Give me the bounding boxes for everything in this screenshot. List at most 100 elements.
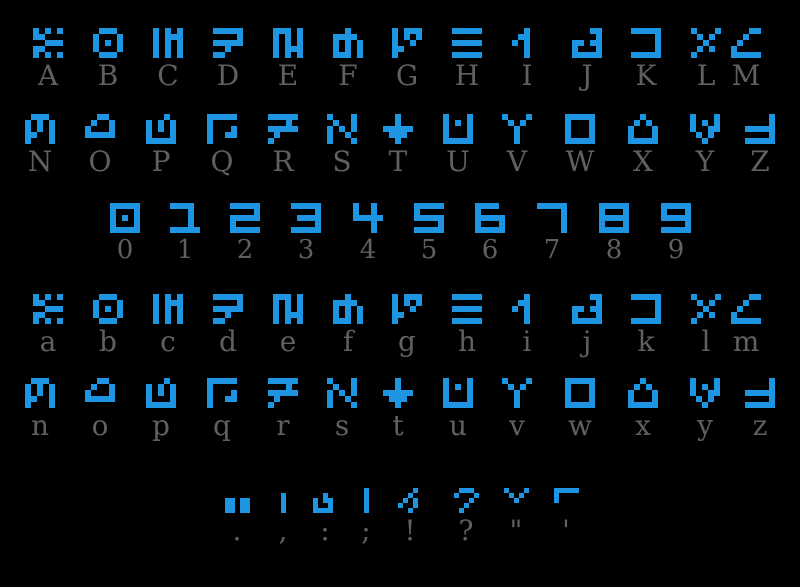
glyph-label: z xyxy=(752,409,768,442)
glyph-label: 7 xyxy=(543,235,561,265)
glyph-label: 8 xyxy=(605,235,623,265)
glyph-bitmap-icon xyxy=(397,488,418,513)
glyph-label: R xyxy=(272,145,294,178)
glyph-cell: 8 xyxy=(584,203,644,263)
glyph-label: E xyxy=(277,59,299,92)
glyph-cell: f xyxy=(318,294,378,356)
glyph-cell: 0 xyxy=(95,203,155,263)
glyph-cell: p xyxy=(131,378,191,440)
glyph-label: X xyxy=(633,145,653,178)
glyph-bitmap-icon xyxy=(207,378,237,408)
glyph-bitmap-icon xyxy=(502,378,532,408)
glyph-label: i xyxy=(522,325,532,358)
glyph-bitmap-icon xyxy=(363,488,369,513)
glyph-cell: y xyxy=(675,378,735,440)
glyph-bitmap-icon xyxy=(224,498,250,513)
glyph-label: l xyxy=(701,325,711,358)
glyph-bitmap-icon xyxy=(327,114,357,144)
glyph-label: q xyxy=(213,409,231,442)
glyph-cell: P xyxy=(131,114,191,176)
glyph-label: n xyxy=(30,409,50,442)
glyph-bitmap-icon xyxy=(443,378,473,408)
glyph-cell: W xyxy=(550,114,610,176)
glyph-label: W xyxy=(565,145,595,178)
glyph-label: v xyxy=(509,409,525,442)
glyph-cell: 5 xyxy=(399,203,459,263)
glyph-label: M xyxy=(731,59,761,92)
glyph-label: 3 xyxy=(297,235,315,265)
glyph-bitmap-icon xyxy=(512,28,530,58)
glyph-cell: T xyxy=(368,114,428,176)
glyph-cell: 3 xyxy=(276,203,336,263)
glyph-bitmap-icon xyxy=(553,488,579,503)
glyph-bitmap-icon xyxy=(327,378,357,408)
glyph-bitmap-icon xyxy=(452,294,482,324)
glyph-label: N xyxy=(27,145,53,178)
glyph-bitmap-icon xyxy=(631,28,661,58)
glyph-label: j xyxy=(582,325,592,358)
glyph-bitmap-icon xyxy=(85,378,115,402)
glyph-bitmap-icon xyxy=(537,203,567,233)
glyph-cell: u xyxy=(428,378,488,440)
glyph-label: O xyxy=(88,145,112,178)
glyph-cell: s xyxy=(312,378,372,440)
glyph-cell: A xyxy=(18,28,78,90)
glyph-label: 0 xyxy=(116,235,134,265)
glyph-label: J xyxy=(581,59,593,92)
glyph-label: ' xyxy=(562,514,570,547)
glyph-cell: ! xyxy=(380,488,440,545)
glyph-bitmap-icon xyxy=(213,294,243,324)
glyph-label: u xyxy=(448,409,468,442)
glyph-cell: U xyxy=(428,114,488,176)
glyph-cell: 2 xyxy=(215,203,275,263)
glyph-bitmap-icon xyxy=(572,28,602,58)
glyph-bitmap-icon xyxy=(333,28,363,58)
glyph-bitmap-icon xyxy=(213,28,243,58)
glyph-bitmap-icon xyxy=(392,28,422,58)
glyph-label: 1 xyxy=(176,235,194,265)
glyph-bitmap-icon xyxy=(333,294,363,324)
glyph-label: , xyxy=(278,514,288,547)
glyph-cell: j xyxy=(557,294,617,356)
glyph-cell: m xyxy=(716,294,776,356)
glyph-cell: 9 xyxy=(646,203,706,263)
glyph-label: ; xyxy=(361,514,371,547)
glyph-label: Q xyxy=(210,145,234,178)
glyph-label: G xyxy=(395,59,419,92)
glyph-bitmap-icon xyxy=(93,28,123,58)
glyph-label: ? xyxy=(458,514,474,547)
glyph-label: T xyxy=(388,145,408,178)
glyph-cell: C xyxy=(138,28,198,90)
glyph-label: 4 xyxy=(359,235,377,265)
glyph-label: A xyxy=(37,59,59,92)
glyph-bitmap-icon xyxy=(146,114,176,144)
glyph-label: s xyxy=(334,409,350,442)
glyph-bitmap-icon xyxy=(93,294,123,324)
glyph-bitmap-icon xyxy=(453,488,479,513)
glyph-cell: X xyxy=(613,114,673,176)
glyph-cell: Y xyxy=(675,114,735,176)
glyph-label: g xyxy=(398,325,416,358)
glyph-cell: r xyxy=(253,378,313,440)
glyph-bitmap-icon xyxy=(273,28,303,58)
glyph-bitmap-icon xyxy=(153,294,183,324)
glyph-label: 9 xyxy=(667,235,685,265)
glyph-cell: R xyxy=(253,114,313,176)
glyph-label: H xyxy=(454,59,480,92)
glyph-label: 6 xyxy=(481,235,499,265)
glyph-bitmap-icon xyxy=(383,114,413,144)
glyph-bitmap-icon xyxy=(85,114,115,138)
glyph-cell: B xyxy=(78,28,138,90)
glyph-bitmap-icon xyxy=(383,378,413,408)
glyph-label: 2 xyxy=(236,235,254,265)
glyph-cell: b xyxy=(78,294,138,356)
glyph-label: o xyxy=(91,409,109,442)
glyph-label: m xyxy=(732,325,760,358)
glyph-bitmap-icon xyxy=(312,493,333,513)
glyph-bitmap-icon xyxy=(25,114,55,144)
glyph-cell: 4 xyxy=(338,203,398,263)
glyph-cell: h xyxy=(437,294,497,356)
glyph-bitmap-icon xyxy=(110,203,140,233)
glyph-label: Y xyxy=(695,145,715,178)
glyph-cell: e xyxy=(258,294,318,356)
